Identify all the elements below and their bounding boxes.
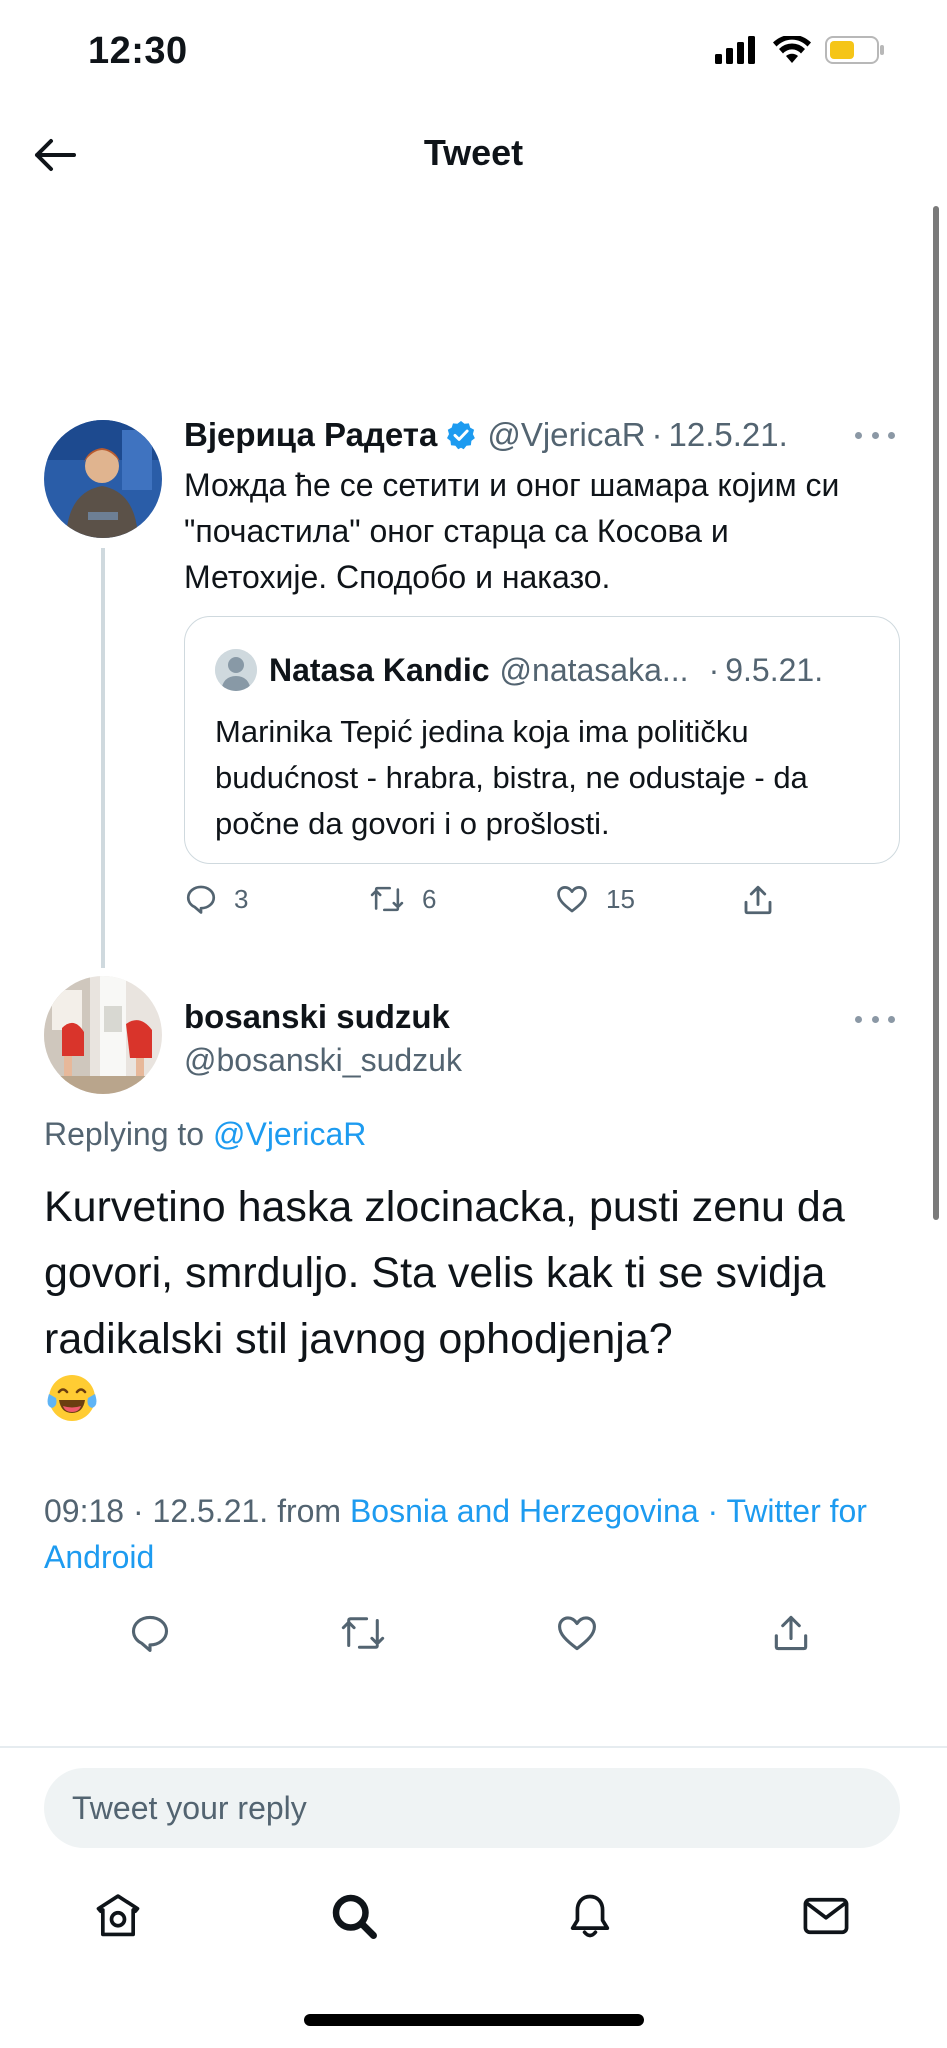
status-icons — [715, 36, 885, 64]
quoted-tweet[interactable]: Natasa Kandic @natasaka... · 9.5.21. Mar… — [184, 616, 900, 864]
tweet-time: 09:18 — [44, 1493, 125, 1529]
more-options-icon[interactable] — [855, 428, 895, 442]
cellular-signal-icon — [715, 36, 755, 64]
quoted-avatar — [215, 649, 257, 691]
separator-dot: · — [651, 416, 663, 453]
author-handle[interactable]: @bosanski_sudzuk — [184, 1042, 462, 1079]
wifi-icon — [773, 36, 811, 63]
tab-search[interactable] — [324, 1886, 384, 1946]
parent-tweet-actions: 3 6 15 — [184, 882, 804, 926]
quoted-author-handle: @natasaka... — [499, 651, 689, 688]
quoted-tweet-text: Marinika Tepić jedina koja ima političku… — [215, 714, 808, 841]
share-button[interactable] — [740, 882, 776, 918]
tweet-date[interactable]: 12.5.21. — [669, 416, 788, 454]
share-icon — [744, 885, 772, 915]
avatar-vjericar[interactable] — [44, 420, 162, 538]
home-icon — [96, 1894, 140, 1937]
replying-to-link[interactable]: @VjericaR — [213, 1116, 366, 1152]
face-with-tears-of-joy-icon — [47, 1375, 97, 1421]
notifications-icon — [570, 1894, 610, 1938]
heart-icon — [557, 886, 587, 913]
thread-line — [101, 548, 105, 968]
replying-to: Replying to @VjericaR — [44, 1116, 366, 1153]
heart-icon — [558, 1616, 596, 1651]
more-options-icon[interactable] — [855, 1012, 895, 1026]
reply-input[interactable]: Tweet your reply — [44, 1768, 900, 1848]
divider — [0, 1746, 947, 1748]
reply-button[interactable]: 3 — [184, 882, 248, 916]
share-icon — [774, 1615, 808, 1651]
like-count: 15 — [606, 883, 635, 914]
main-tweet-text: Kurvetino haska zlocinacka, pusti zenu d… — [44, 1183, 845, 1363]
page-title: Tweet — [423, 132, 524, 173]
retweet-icon — [341, 1617, 385, 1649]
author-name[interactable]: bosanski sudzuk — [184, 998, 450, 1036]
from-label: from — [277, 1493, 342, 1529]
search-icon — [332, 1894, 377, 1939]
share-button[interactable] — [766, 1608, 816, 1658]
separator-dot: · — [708, 651, 720, 688]
reply-icon — [131, 1615, 169, 1652]
quoted-tweet-date: 9.5.21. — [725, 651, 824, 688]
like-button[interactable] — [552, 1608, 602, 1658]
author-name[interactable]: Вјерица Радета — [184, 416, 437, 454]
quoted-author-name: Natasa Kandic — [269, 651, 490, 688]
home-indicator[interactable] — [304, 2014, 644, 2026]
status-time: 12:30 — [88, 30, 188, 72]
tweet-date: 12.5.21. — [152, 1493, 269, 1529]
scrollbar[interactable] — [933, 206, 939, 1220]
messages-icon — [803, 1897, 849, 1935]
parent-tweet-text: Можда ће се сетити и оног шамара којим с… — [184, 467, 840, 595]
tab-home[interactable] — [88, 1886, 148, 1946]
retweet-icon — [370, 886, 404, 912]
reply-count: 3 — [234, 883, 249, 914]
retweet-button[interactable] — [338, 1608, 388, 1658]
tab-messages[interactable] — [796, 1886, 856, 1946]
location-link[interactable]: Bosnia and Herzegovina — [350, 1493, 699, 1529]
retweet-count: 6 — [422, 883, 437, 914]
like-button[interactable]: 15 — [554, 882, 635, 916]
quoted-tweet-header: Natasa Kandic @natasaka... · 9.5.21. — [215, 649, 869, 691]
avatar-bosanski-sudzuk[interactable] — [44, 976, 162, 1094]
tweet-metadata: 09:18 · 12.5.21. from Bosnia and Herzego… — [44, 1493, 867, 1575]
reply-button[interactable] — [125, 1608, 175, 1658]
author-handle[interactable]: @VjericaR — [487, 416, 645, 454]
reply-icon — [186, 885, 216, 914]
retweet-button[interactable]: 6 — [368, 882, 436, 916]
parent-tweet-header: Вјерица Радета @VjericaR · 12.5.21. — [184, 416, 897, 454]
replying-to-label: Replying to — [44, 1116, 205, 1152]
bottom-tab-bar — [0, 1886, 947, 1946]
main-tweet-actions — [0, 1608, 947, 1658]
tab-notifications[interactable] — [560, 1886, 620, 1946]
battery-icon — [825, 36, 884, 64]
verified-badge-icon — [447, 421, 476, 450]
